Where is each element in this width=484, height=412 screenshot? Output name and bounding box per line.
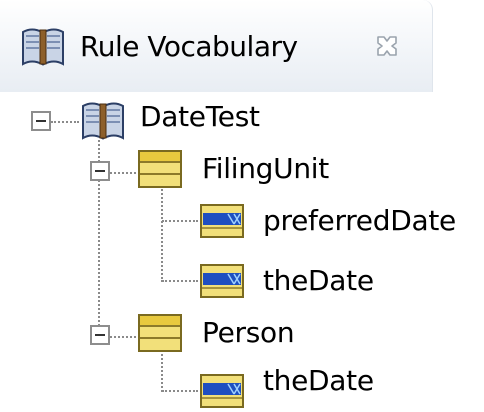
tree-connector [162, 390, 198, 392]
attribute-icon [200, 374, 244, 412]
attribute-icon [200, 204, 244, 242]
collapse-toggle[interactable] [90, 325, 110, 345]
entity-icon [138, 150, 182, 192]
collapse-toggle[interactable] [90, 161, 110, 181]
tree-connector [162, 220, 198, 222]
tree-connector [110, 336, 136, 338]
view-title: Rule Vocabulary [80, 30, 298, 63]
close-icon[interactable] [373, 32, 401, 60]
tree-node-label: preferredDate [263, 204, 456, 237]
tree-node-label: DateTest [140, 100, 260, 133]
tree-connector [162, 280, 198, 282]
tree-connector [110, 172, 136, 174]
tree-node-label: theDate [263, 264, 374, 297]
book-icon [20, 24, 66, 68]
view-tab[interactable]: Rule Vocabulary [0, 0, 433, 92]
vocabulary-tree: DateTest FilingUnit preferredDate theDat… [0, 92, 484, 408]
tree-node-label: Person [202, 316, 295, 349]
book-icon [80, 98, 126, 146]
tree-connector [51, 121, 79, 123]
tree-node-label: theDate [263, 364, 374, 397]
tree-connector [161, 182, 163, 282]
attribute-icon [200, 264, 244, 302]
tree-node-label: FilingUnit [202, 152, 329, 185]
collapse-toggle[interactable] [31, 111, 51, 131]
entity-icon [138, 314, 182, 356]
